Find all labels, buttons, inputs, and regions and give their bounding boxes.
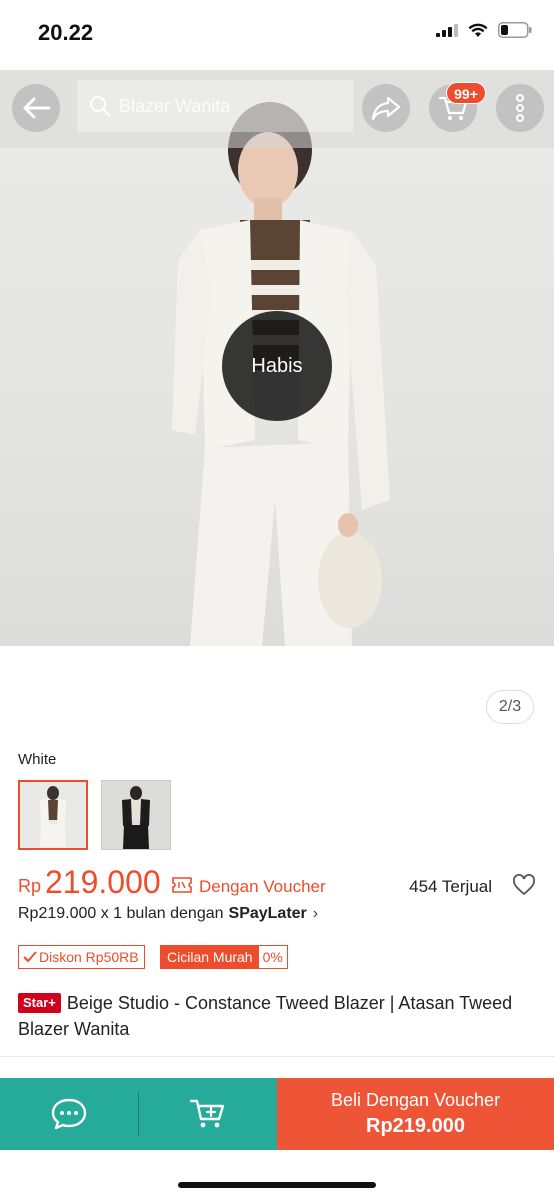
- spaylater-text: Rp219.000 x 1 bulan dengan: [18, 905, 224, 922]
- chat-button[interactable]: [0, 1078, 138, 1150]
- battery-icon: [498, 22, 532, 38]
- voucher-label[interactable]: Dengan Voucher: [199, 877, 326, 897]
- heart-icon: [513, 874, 535, 896]
- add-to-cart-icon: [189, 1099, 225, 1128]
- installment-tag-rate: 0%: [262, 949, 283, 965]
- more-options-button[interactable]: [496, 84, 544, 132]
- sold-count: 454 Terjual: [409, 877, 492, 896]
- status-icons: [436, 22, 532, 38]
- more-vertical-icon: [516, 94, 524, 122]
- variant-label: White: [18, 751, 57, 768]
- signal-icon: [436, 24, 458, 37]
- spaylater-brand: SPayLater: [228, 905, 307, 922]
- chat-icon: [51, 1098, 87, 1130]
- image-page-indicator: 2/3: [486, 690, 534, 724]
- favorite-button[interactable]: [512, 874, 536, 901]
- divider: [0, 1056, 554, 1057]
- check-icon: [23, 951, 37, 963]
- bottom-left-actions: [0, 1078, 277, 1150]
- price-amount: 219.000: [45, 864, 161, 900]
- installment-tag: Cicilan Murah 0%: [160, 945, 288, 969]
- variant-black-image: [102, 781, 170, 849]
- status-bar: 20.22: [0, 0, 554, 70]
- price-currency: Rp: [18, 876, 42, 896]
- discount-tag: Diskon Rp50RB: [18, 945, 145, 969]
- add-to-cart-button[interactable]: [139, 1078, 277, 1150]
- variant-thumb-white[interactable]: [18, 780, 88, 850]
- voucher-icon: [171, 876, 193, 899]
- star-plus-badge: Star+: [18, 993, 61, 1013]
- wifi-icon: [468, 23, 488, 37]
- product-title: Beige Studio - Constance Tweed Blazer | …: [18, 993, 513, 1039]
- chevron-right-icon: ›: [312, 905, 319, 922]
- bottom-action-bar: Beli Dengan Voucher Rp219.000: [0, 1078, 554, 1150]
- installment-tag-label: Cicilan Murah: [161, 946, 259, 968]
- buy-with-voucher-button[interactable]: Beli Dengan Voucher Rp219.000: [277, 1078, 554, 1150]
- spaylater-link[interactable]: Rp219.000 x 1 bulan dengan SPayLater ›: [18, 905, 318, 923]
- discount-tag-label: Diskon Rp50RB: [39, 949, 139, 965]
- buy-button-label: Beli Dengan Voucher: [330, 1090, 501, 1110]
- sold-out-overlay: Habis: [222, 311, 332, 421]
- search-icon: [90, 96, 110, 116]
- buy-button-price: Rp219.000: [366, 1115, 465, 1137]
- home-indicator: [178, 1182, 376, 1188]
- cart-count-badge: 99+: [446, 82, 486, 104]
- product-title-block: Star+ Beige Studio - Constance Tweed Blaz…: [18, 990, 538, 1042]
- search-placeholder: Blazer Wanita: [119, 95, 231, 116]
- back-button[interactable]: [12, 84, 60, 132]
- price-row: Rp 219.000 Dengan Voucher 454 Terjual: [18, 864, 538, 904]
- arrow-left-icon: [23, 97, 51, 119]
- status-time: 20.22: [38, 20, 94, 45]
- variant-thumb-black[interactable]: [101, 780, 171, 850]
- share-button[interactable]: [362, 84, 410, 132]
- share-icon: [371, 96, 401, 121]
- search-input[interactable]: Blazer Wanita: [77, 80, 353, 132]
- variant-white-image: [20, 782, 86, 848]
